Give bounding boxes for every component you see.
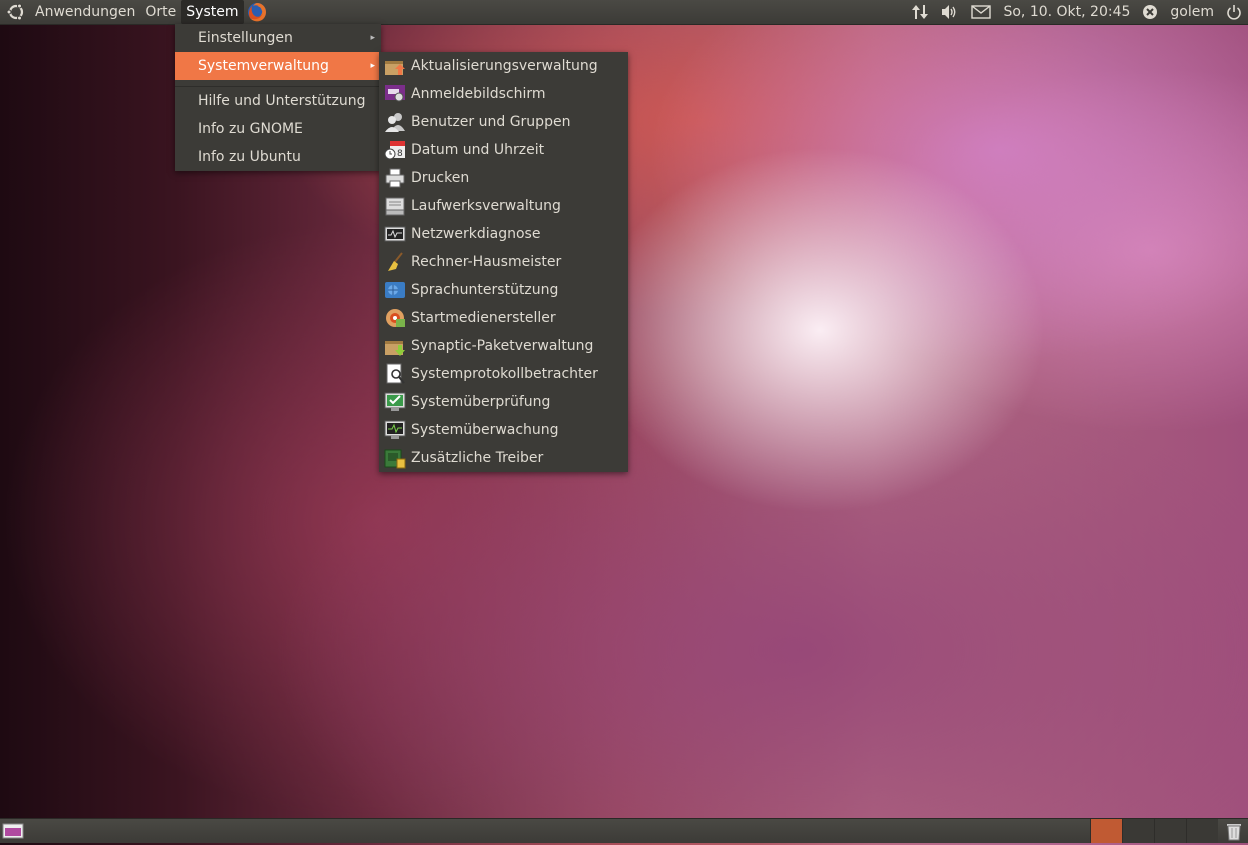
menu-item-label: Info zu Ubuntu [198,149,301,165]
submenu-item-treiber[interactable]: Zusätzliche Treiber [379,444,628,472]
menu-item-info-gnome[interactable]: Info zu GNOME [175,115,381,143]
top-panel: Anwendungen Orte System So, 10. Okt, 20:… [0,0,1248,25]
menu-item-einstellungen[interactable]: Einstellungen ▸ [175,24,381,52]
calendar-clock-icon: 8 [384,139,406,161]
submenu-item-label: Zusätzliche Treiber [411,450,544,466]
submenu-item-label: Benutzer und Gruppen [411,114,571,130]
submenu-item-netzwerkdiagnose[interactable]: Netzwerkdiagnose [379,220,628,248]
bottom-panel [0,818,1248,843]
submenu-item-benutzer[interactable]: Benutzer und Gruppen [379,108,628,136]
disk-drive-icon [384,195,406,217]
broom-icon [384,251,406,273]
workspace-switcher [1090,819,1218,843]
menu-item-info-ubuntu[interactable]: Info zu Ubuntu [175,143,381,171]
submenu-arrow-icon: ▸ [370,61,375,71]
menu-item-hilfe[interactable]: Hilfe und Unterstützung [175,87,381,115]
ubuntu-logo-icon[interactable] [6,2,26,22]
submenu-item-anmeldebildschirm[interactable]: Anmeldebildschirm [379,80,628,108]
submenu-item-label: Synaptic-Paketverwaltung [411,338,594,354]
submenu-item-sprache[interactable]: Sprachunterstützung [379,276,628,304]
submenu-item-systemueberpruefung[interactable]: Systemüberprüfung [379,388,628,416]
submenu-item-label: Drucken [411,170,470,186]
system-monitor-icon [384,419,406,441]
firefox-icon[interactable] [246,1,268,23]
submenu-item-label: Systemprotokollbetrachter [411,366,598,382]
network-tools-icon [384,223,406,245]
system-menu: Einstellungen ▸ Systemverwaltung ▸ Hilfe… [175,24,381,171]
workspace-1[interactable] [1090,819,1122,843]
clock[interactable]: So, 10. Okt, 20:45 [997,4,1136,20]
submenu-item-label: Netzwerkdiagnose [411,226,541,242]
menu-system[interactable]: System [181,0,244,24]
submenu-item-datum[interactable]: 8 Datum und Uhrzeit [379,136,628,164]
menu-item-label: Einstellungen [198,30,293,46]
volume-icon[interactable] [935,0,965,24]
submenu-item-label: Startmedienersteller [411,310,556,326]
workspace-4[interactable] [1186,819,1218,843]
users-icon [384,111,406,133]
submenu-item-systemueberwachung[interactable]: Systemüberwachung [379,416,628,444]
submenu-item-aktualisierungsverwaltung[interactable]: Aktualisierungsverwaltung [379,52,628,80]
menu-anwendungen[interactable]: Anwendungen [30,0,140,24]
submenu-item-label: Rechner-Hausmeister [411,254,562,270]
workspace-2[interactable] [1122,819,1154,843]
trash-icon[interactable] [1224,821,1244,841]
submenu-item-label: Systemüberprüfung [411,394,551,410]
workspace-3[interactable] [1154,819,1186,843]
submenu-item-label: Datum und Uhrzeit [411,142,545,158]
menu-orte[interactable]: Orte [140,0,181,24]
update-manager-icon [384,55,406,77]
submenu-item-label: Anmeldebildschirm [411,86,546,102]
menu-item-label: Systemverwaltung [198,58,329,74]
login-screen-icon [384,83,406,105]
submenu-item-drucken[interactable]: Drucken [379,164,628,192]
power-icon[interactable] [1220,0,1248,24]
submenu-item-protokoll[interactable]: Systemprotokollbetrachter [379,360,628,388]
user-status-icon[interactable] [1136,0,1164,24]
submenu-arrow-icon: ▸ [370,33,375,43]
log-viewer-icon [384,363,406,385]
network-updown-icon[interactable] [905,0,935,24]
submenu-item-laufwerk[interactable]: Laufwerksverwaltung [379,192,628,220]
system-test-icon [384,391,406,413]
menu-item-systemverwaltung[interactable]: Systemverwaltung ▸ [175,52,381,80]
menu-item-label: Info zu GNOME [198,121,303,137]
show-desktop-icon[interactable] [2,822,24,840]
printer-icon [384,167,406,189]
submenu-item-synaptic[interactable]: Synaptic-Paketverwaltung [379,332,628,360]
submenu-item-label: Aktualisierungsverwaltung [411,58,598,74]
submenu-item-label: Systemüberwachung [411,422,559,438]
language-icon [384,279,406,301]
submenu-item-label: Sprachunterstützung [411,282,559,298]
usb-creator-icon [384,307,406,329]
user-name[interactable]: golem [1164,4,1220,20]
systemverwaltung-submenu: Aktualisierungsverwaltung Anmeldebildsch… [379,52,628,472]
package-icon [384,335,406,357]
svg-text:8: 8 [397,149,403,159]
submenu-item-startmedien[interactable]: Startmedienersteller [379,304,628,332]
menu-item-label: Hilfe und Unterstützung [198,93,366,109]
panel-tray: So, 10. Okt, 20:45 golem [905,0,1248,24]
mail-icon[interactable] [965,0,997,24]
submenu-item-label: Laufwerksverwaltung [411,198,561,214]
drivers-icon [384,447,406,469]
submenu-item-hausmeister[interactable]: Rechner-Hausmeister [379,248,628,276]
